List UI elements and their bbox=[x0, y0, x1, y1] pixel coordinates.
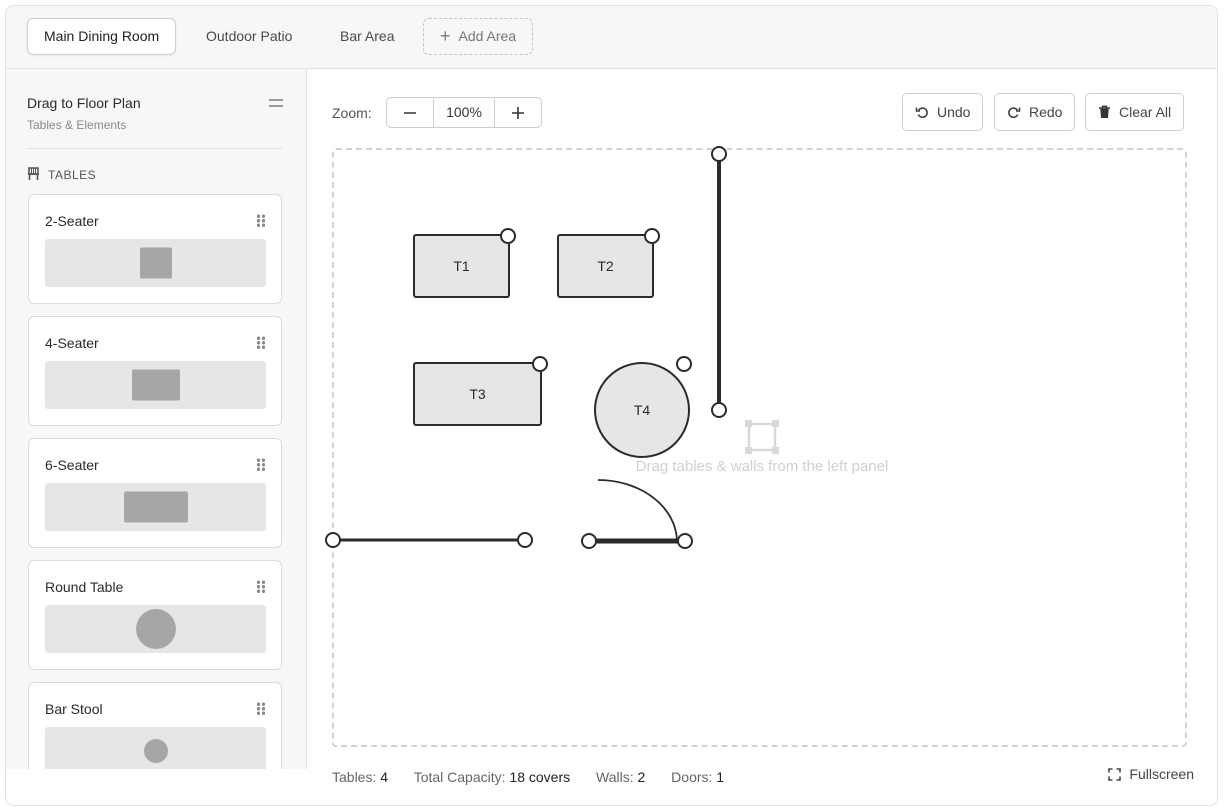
minus-icon bbox=[404, 111, 416, 114]
element-preview bbox=[45, 605, 266, 653]
add-area-label: Add Area bbox=[458, 28, 517, 44]
table-t2[interactable]: T2 bbox=[557, 228, 660, 298]
plus-icon: + bbox=[440, 26, 451, 46]
zoom-label: Zoom: bbox=[332, 105, 372, 121]
square-shape bbox=[131, 369, 180, 401]
add-area-button[interactable]: + Add Area bbox=[423, 18, 534, 55]
rotate-handle[interactable] bbox=[500, 228, 516, 244]
element-card-4-seater[interactable]: 4-Seater bbox=[28, 316, 282, 426]
rectangle-shape bbox=[123, 491, 188, 523]
undo-label: Undo bbox=[937, 104, 971, 120]
fullscreen-label: Fullscreen bbox=[1129, 766, 1194, 782]
element-label: 6-Seater bbox=[45, 457, 99, 473]
square-small-shape bbox=[139, 247, 172, 279]
zoom-out-button[interactable] bbox=[387, 98, 433, 127]
zoom-control: 100% bbox=[386, 97, 542, 128]
status-bar: Tables: 4 Total Capacity: 18 covers Wall… bbox=[332, 769, 724, 785]
doors-count: 1 bbox=[716, 769, 725, 785]
doors-count-label: Doors: bbox=[671, 769, 713, 785]
redo-button[interactable]: Redo bbox=[994, 93, 1076, 131]
element-label: 2-Seater bbox=[45, 213, 99, 229]
wall-handle[interactable] bbox=[517, 532, 533, 548]
door-handle[interactable] bbox=[677, 533, 693, 549]
rotate-handle[interactable] bbox=[532, 356, 548, 372]
table-label: T4 bbox=[634, 402, 651, 418]
sidebar-divider bbox=[27, 148, 282, 149]
table-t3[interactable]: T3 bbox=[413, 356, 548, 426]
wall-handle[interactable] bbox=[711, 402, 727, 418]
circle-shape bbox=[135, 609, 176, 649]
door-handle[interactable] bbox=[581, 533, 597, 549]
element-label: Bar Stool bbox=[45, 701, 103, 717]
zoom-value: 100% bbox=[433, 98, 495, 127]
fullscreen-button[interactable]: Fullscreen bbox=[1108, 766, 1194, 782]
sidebar-title: Drag to Floor Plan bbox=[27, 95, 141, 111]
circle-small-shape bbox=[143, 739, 168, 763]
drag-handle-icon[interactable] bbox=[256, 702, 265, 715]
undo-icon bbox=[915, 107, 928, 119]
redo-icon bbox=[1008, 107, 1021, 119]
sidebar-subtitle: Tables & Elements bbox=[27, 118, 127, 132]
element-preview bbox=[45, 239, 266, 287]
zoom-in-button[interactable] bbox=[495, 98, 541, 127]
element-label: 4-Seater bbox=[45, 335, 99, 351]
trash-icon bbox=[1099, 105, 1110, 118]
table-t1[interactable]: T1 bbox=[413, 228, 516, 298]
wall-handle[interactable] bbox=[325, 532, 341, 548]
element-preview bbox=[45, 483, 266, 531]
drag-handle-icon[interactable] bbox=[256, 458, 265, 471]
chair-icon bbox=[28, 167, 39, 180]
floor-plan-editor: Main Dining Room Outdoor Patio Bar Area … bbox=[5, 5, 1218, 806]
capacity-value: 18 covers bbox=[509, 769, 571, 785]
element-card-round-table[interactable]: Round Table bbox=[28, 560, 282, 670]
fullscreen-icon bbox=[1108, 767, 1122, 781]
table-label: T1 bbox=[453, 258, 470, 274]
capacity-label: Total Capacity: bbox=[413, 769, 506, 785]
tab-main-dining-room[interactable]: Main Dining Room bbox=[27, 18, 177, 55]
element-card-6-seater[interactable]: 6-Seater bbox=[28, 438, 282, 548]
drag-handle-icon[interactable] bbox=[256, 214, 265, 227]
element-preview bbox=[45, 361, 266, 409]
editor-main: Zoom: 100% Undo Redo Clear All Drag tabl… bbox=[307, 69, 1217, 805]
rotate-handle[interactable] bbox=[676, 356, 692, 372]
walls-count: 2 bbox=[637, 769, 646, 785]
tables-count: 4 bbox=[380, 769, 389, 785]
tab-outdoor-patio[interactable]: Outdoor Patio bbox=[190, 18, 308, 55]
elements-sidebar: Drag to Floor Plan Tables & Elements TAB… bbox=[6, 69, 307, 769]
element-preview bbox=[45, 727, 266, 769]
canvas-hint: Drag tables & walls from the left panel bbox=[636, 458, 889, 475]
table-label: T2 bbox=[597, 258, 614, 274]
tab-bar-area[interactable]: Bar Area bbox=[324, 18, 410, 55]
drag-handle-icon[interactable] bbox=[256, 580, 265, 593]
element-label: Round Table bbox=[45, 579, 124, 595]
redo-label: Redo bbox=[1029, 104, 1063, 120]
element-card-2-seater[interactable]: 2-Seater bbox=[28, 194, 282, 304]
undo-button[interactable]: Undo bbox=[902, 93, 984, 131]
table-label: T3 bbox=[469, 386, 486, 402]
section-tables: TABLES bbox=[27, 167, 96, 182]
walls-count-label: Walls: bbox=[596, 769, 634, 785]
clear-all-label: Clear All bbox=[1119, 104, 1172, 120]
element-card-bar-stool[interactable]: Bar Stool bbox=[28, 682, 282, 769]
wall-handle[interactable] bbox=[711, 146, 727, 162]
tables-count-label: Tables: bbox=[332, 769, 377, 785]
drag-handle-icon[interactable] bbox=[256, 336, 265, 349]
plus-icon bbox=[512, 106, 524, 119]
clear-all-button[interactable]: Clear All bbox=[1085, 93, 1185, 131]
rotate-handle[interactable] bbox=[644, 228, 660, 244]
area-tabs: Main Dining Room Outdoor Patio Bar Area … bbox=[6, 6, 1217, 69]
section-label: TABLES bbox=[48, 168, 97, 182]
menu-icon[interactable] bbox=[269, 99, 283, 107]
